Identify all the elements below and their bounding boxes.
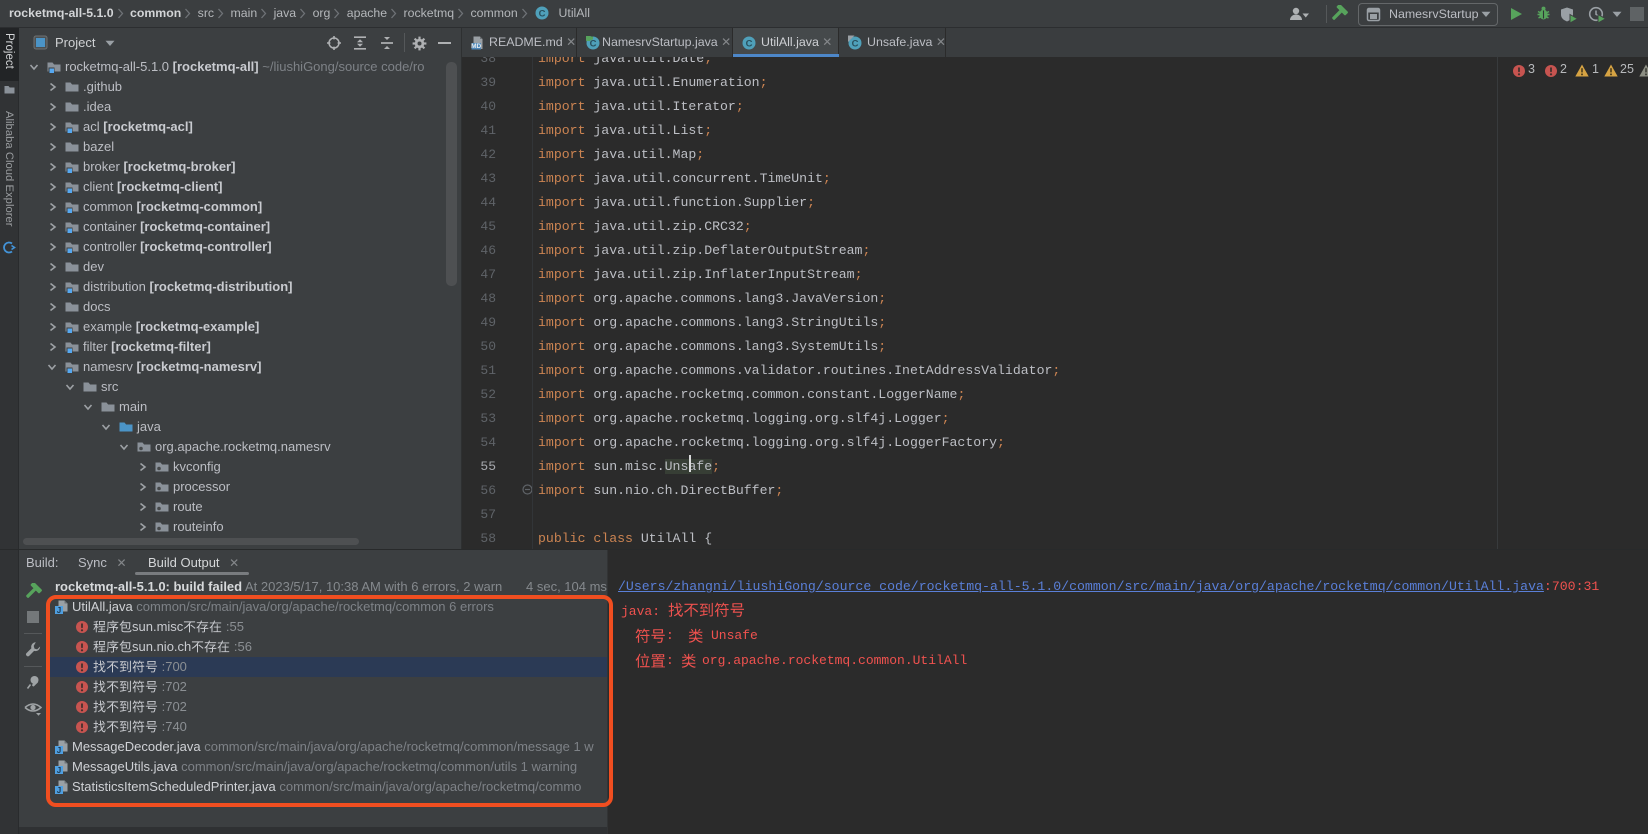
svg-text:MD: MD bbox=[471, 43, 481, 50]
svg-text:C: C bbox=[746, 39, 753, 50]
svg-text:C: C bbox=[852, 39, 859, 50]
svg-text:C: C bbox=[539, 8, 546, 19]
